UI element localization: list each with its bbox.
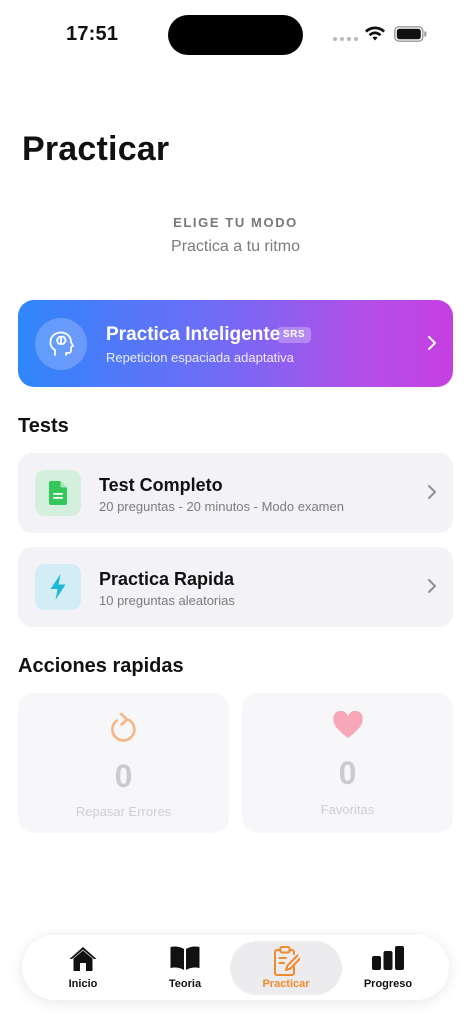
brain-icon bbox=[35, 318, 87, 370]
test-completo-card[interactable]: Test Completo 20 preguntas - 20 minutos … bbox=[18, 453, 453, 533]
status-bar: 17:51 bbox=[0, 0, 471, 70]
refresh-icon bbox=[18, 711, 229, 745]
tab-label: Inicio bbox=[68, 978, 98, 990]
tab-inicio[interactable]: Inicio bbox=[28, 935, 138, 1000]
tab-progreso[interactable]: Progreso bbox=[333, 935, 443, 1000]
wifi-icon bbox=[365, 26, 385, 41]
book-icon bbox=[130, 945, 240, 971]
mode-subtitle: Practica a tu ritmo bbox=[171, 238, 300, 255]
tab-label: Progreso bbox=[363, 978, 413, 990]
heart-icon bbox=[242, 711, 453, 739]
chevron-right-icon bbox=[428, 485, 436, 499]
quick-actions-section-title: Acciones rapidas bbox=[18, 655, 184, 677]
document-icon bbox=[35, 470, 81, 516]
test-card-title: Practica Rapida bbox=[99, 569, 235, 589]
bolt-icon bbox=[35, 564, 81, 610]
chevron-right-icon bbox=[428, 579, 436, 593]
test-card-subtitle: 10 preguntas aleatorias bbox=[99, 593, 235, 608]
bar-chart-icon bbox=[333, 945, 443, 971]
chevron-right-icon bbox=[428, 336, 436, 350]
page-title: Practicar bbox=[22, 130, 170, 168]
status-time: 17:51 bbox=[66, 23, 119, 45]
battery-icon bbox=[394, 26, 427, 42]
review-errors-card[interactable]: 0 Repasar Errores bbox=[18, 693, 229, 833]
practica-rapida-card[interactable]: Practica Rapida 10 preguntas aleatorias bbox=[18, 547, 453, 627]
tab-label: Practicar bbox=[262, 978, 310, 990]
tab-bar: Inicio Teoria Practicar Progreso bbox=[22, 935, 449, 1000]
clipboard-icon bbox=[230, 945, 342, 977]
test-card-title: Test Completo bbox=[99, 475, 223, 495]
srs-badge: SRS bbox=[277, 327, 312, 343]
favorites-count: 0 bbox=[338, 755, 357, 791]
tests-section-title: Tests bbox=[18, 415, 69, 437]
tab-practicar[interactable]: Practicar bbox=[230, 935, 342, 1000]
favorites-label: Favoritas bbox=[320, 802, 375, 817]
smart-practice-title: Practica Inteligente bbox=[106, 324, 281, 345]
home-icon bbox=[28, 945, 138, 973]
tab-teoria[interactable]: Teoria bbox=[130, 935, 240, 1000]
smart-practice-card[interactable]: Practica Inteligente SRS Repeticion espa… bbox=[18, 300, 453, 387]
review-errors-count: 0 bbox=[114, 758, 133, 794]
tab-label: Teoria bbox=[168, 978, 202, 990]
dynamic-island bbox=[168, 15, 303, 55]
mode-label: ELIGE TU MODO bbox=[173, 215, 298, 230]
smart-practice-subtitle: Repeticion espaciada adaptativa bbox=[106, 350, 294, 365]
review-errors-label: Repasar Errores bbox=[75, 804, 172, 819]
favorites-card[interactable]: 0 Favoritas bbox=[242, 693, 453, 833]
test-card-subtitle: 20 preguntas - 20 minutos - Modo examen bbox=[99, 499, 344, 514]
cellular-signal-icon bbox=[333, 37, 358, 41]
